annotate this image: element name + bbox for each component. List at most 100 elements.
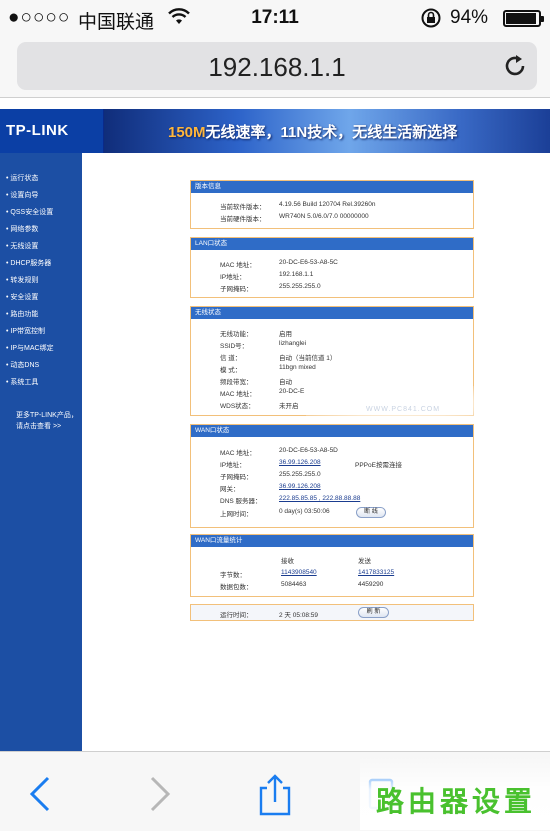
wireless-func-label: 无线功能： [220,331,253,338]
wan-conn-type: PPPoE按需连接 [355,462,402,469]
sidebar-item-label: DHCP服务器 [10,260,52,267]
sidebar-item-label: 运行状态 [10,175,39,182]
sidebar-item-label: QSS安全设置 [10,209,54,216]
received-header: 接收 [281,558,294,565]
wireless-func-value: 启用 [279,331,292,338]
share-icon[interactable] [255,772,295,816]
bandwidth-label: 频段带宽： [220,379,253,386]
sidebar-item-ipmac[interactable]: • IP与MAC绑定 [6,343,54,353]
wds-value: 未开启 [279,403,299,410]
browser-address-bar: 192.168.1.1 [0,36,550,98]
lan-ip-value: 192.168.1.1 [279,271,314,278]
panel-title: LAN口状态 [191,238,473,250]
sidebar-item-wireless[interactable]: • 无线设置 [6,241,38,251]
dns-label: DNS 服务器： [220,498,262,505]
lan-mac-label: MAC 地址： [220,262,256,269]
version-panel: 版本信息 当前软件版本： 4.19.56 Build 120704 Rel.39… [190,180,474,229]
banner-slogan: 150M无线速率，11N技术，无线生活新选择 [168,121,457,142]
mode-value: 11bgn mixed [279,364,316,371]
sidebar-item-security[interactable]: • 安全设置 [6,292,38,302]
lan-mac-value: 20-DC-E6-53-A8-5C [279,259,338,266]
lan-mask-label: 子网掩码： [220,286,253,293]
sidebar-item-label: 转发规则 [10,277,39,284]
back-icon[interactable] [24,772,64,816]
sidebar-item-forwarding[interactable]: • 转发规则 [6,275,38,285]
more-products-link[interactable]: 更多TP-LINK产品， 请点击查看 >> [16,410,78,432]
sidebar-item-label: 安全设置 [10,294,39,301]
sw-version-value: 4.19.56 Build 120704 Rel.39260n [279,201,376,208]
sidebar-item-label: IP带宽控制 [10,328,46,335]
sidebar-item-system[interactable]: • 系统工具 [6,377,38,387]
panel-title: 无线状态 [191,307,473,319]
sidebar-item-wizard[interactable]: • 设置向导 [6,190,38,200]
packets-label: 数据包数： [220,584,253,591]
sidebar-item-label: 设置向导 [10,192,39,199]
url-text: 192.168.1.1 [208,52,346,82]
channel-value: 自动（当前信道 1） [279,355,337,362]
bandwidth-value: 自动 [279,379,292,386]
sidebar-item-label: 无线设置 [10,243,39,250]
sidebar-item-label: 网络参数 [10,226,39,233]
wan-mask-value: 255.255.255.0 [279,471,321,478]
packets-sent: 4459290 [358,581,384,588]
lan-panel: LAN口状态 MAC 地址： 20-DC-E6-53-A8-5C IP地址： 1… [190,237,474,298]
wan-mask-label: 子网掩码： [220,474,253,481]
slogan-text: 无线速率，11N技术，无线生活新选择 [205,124,458,141]
mode-label: 模 式： [220,367,242,374]
runtime-value: 2 天 05:08:59 [279,612,319,619]
panel-title: WAN口状态 [191,425,473,437]
wan-mac-label: MAC 地址： [220,450,256,457]
more-products-line1: 更多TP-LINK产品， [16,412,78,419]
dns-value: 222.85.85.85 , 222.88.88.88 [279,495,361,502]
wan-mac-value: 20-DC-E6-53-A8-5D [279,447,338,454]
gateway-label: 网关： [220,486,240,493]
forward-icon[interactable] [140,772,180,816]
sw-version-label: 当前软件版本： [220,204,266,211]
sidebar-item-network[interactable]: • 网络参数 [6,224,38,234]
sidebar-item-label: 路由功能 [10,311,39,318]
packets-received: 5084463 [281,581,307,588]
disconnect-button[interactable]: 断 线 [356,507,386,518]
battery-percent: 94% [450,7,489,28]
sidebar-item-dhcp[interactable]: • DHCP服务器 [6,258,51,268]
url-field[interactable]: 192.168.1.1 [17,42,537,90]
browser-toolbar: 路由器设置 [0,751,550,831]
refresh-button[interactable]: 刷 新 [358,607,389,618]
gateway-value: 36.99.126.208 [279,483,321,490]
sidebar-item-routing[interactable]: • 路由功能 [6,309,38,319]
watermark-text: WWW.PC841.COM [366,406,441,413]
bytes-received: 1143908540 [281,569,317,576]
panel-title: WAN口流量统计 [191,535,473,547]
router-admin-page: TP-LINK 150M无线速率，11N技术，无线生活新选择 • 运行状态 • … [0,99,550,751]
sidebar-item-label: 动态DNS [10,362,40,369]
online-time-value: 0 day(s) 03:50:06 [279,508,330,515]
sidebar-item-ddns[interactable]: • 动态DNS [6,360,39,370]
runtime-panel: 运行时间： 2 天 05:08:59 刷 新 [190,604,474,621]
ssid-label: SSID号： [220,343,249,350]
reload-icon[interactable] [499,50,531,82]
traffic-panel: WAN口流量统计 接收 发送 字节数： 1143908540 141783312… [190,534,474,597]
panel-title: 版本信息 [191,181,473,193]
wireless-mac-label: MAC 地址： [220,391,256,398]
sidebar-item-label: IP与MAC绑定 [10,345,54,352]
ssid-value: lizhanglei [279,340,307,347]
wds-label: WDS状态： [220,403,255,410]
slogan-speed: 150M [168,124,206,141]
wan-ip-value: 36.99.126.208 [279,459,321,466]
lan-ip-label: IP地址： [220,274,246,281]
sidebar-item-status[interactable]: • 运行状态 [6,173,38,183]
lan-mask-value: 255.255.255.0 [279,283,321,290]
status-bar: ●○○○○ 中国联通 17:11 94% [0,0,550,36]
online-time-label: 上网时间： [220,511,253,518]
watermark: WWW.PC841.COM [306,386,496,422]
more-products-line2: 请点击查看 >> [16,423,62,430]
wireless-mac-value: 20-DC-E [279,388,305,395]
sidebar-item-label: 系统工具 [10,379,39,386]
battery-icon [503,10,544,27]
sidebar-item-qss[interactable]: • QSS安全设置 [6,207,53,217]
sidebar-item-bandwidth[interactable]: • IP带宽控制 [6,326,45,336]
channel-label: 信 道： [220,355,242,362]
tp-link-logo: TP-LINK [0,109,103,153]
orientation-lock-icon [420,7,442,35]
wan-panel: WAN口状态 MAC 地址： 20-DC-E6-53-A8-5D IP地址： 3… [190,424,474,528]
